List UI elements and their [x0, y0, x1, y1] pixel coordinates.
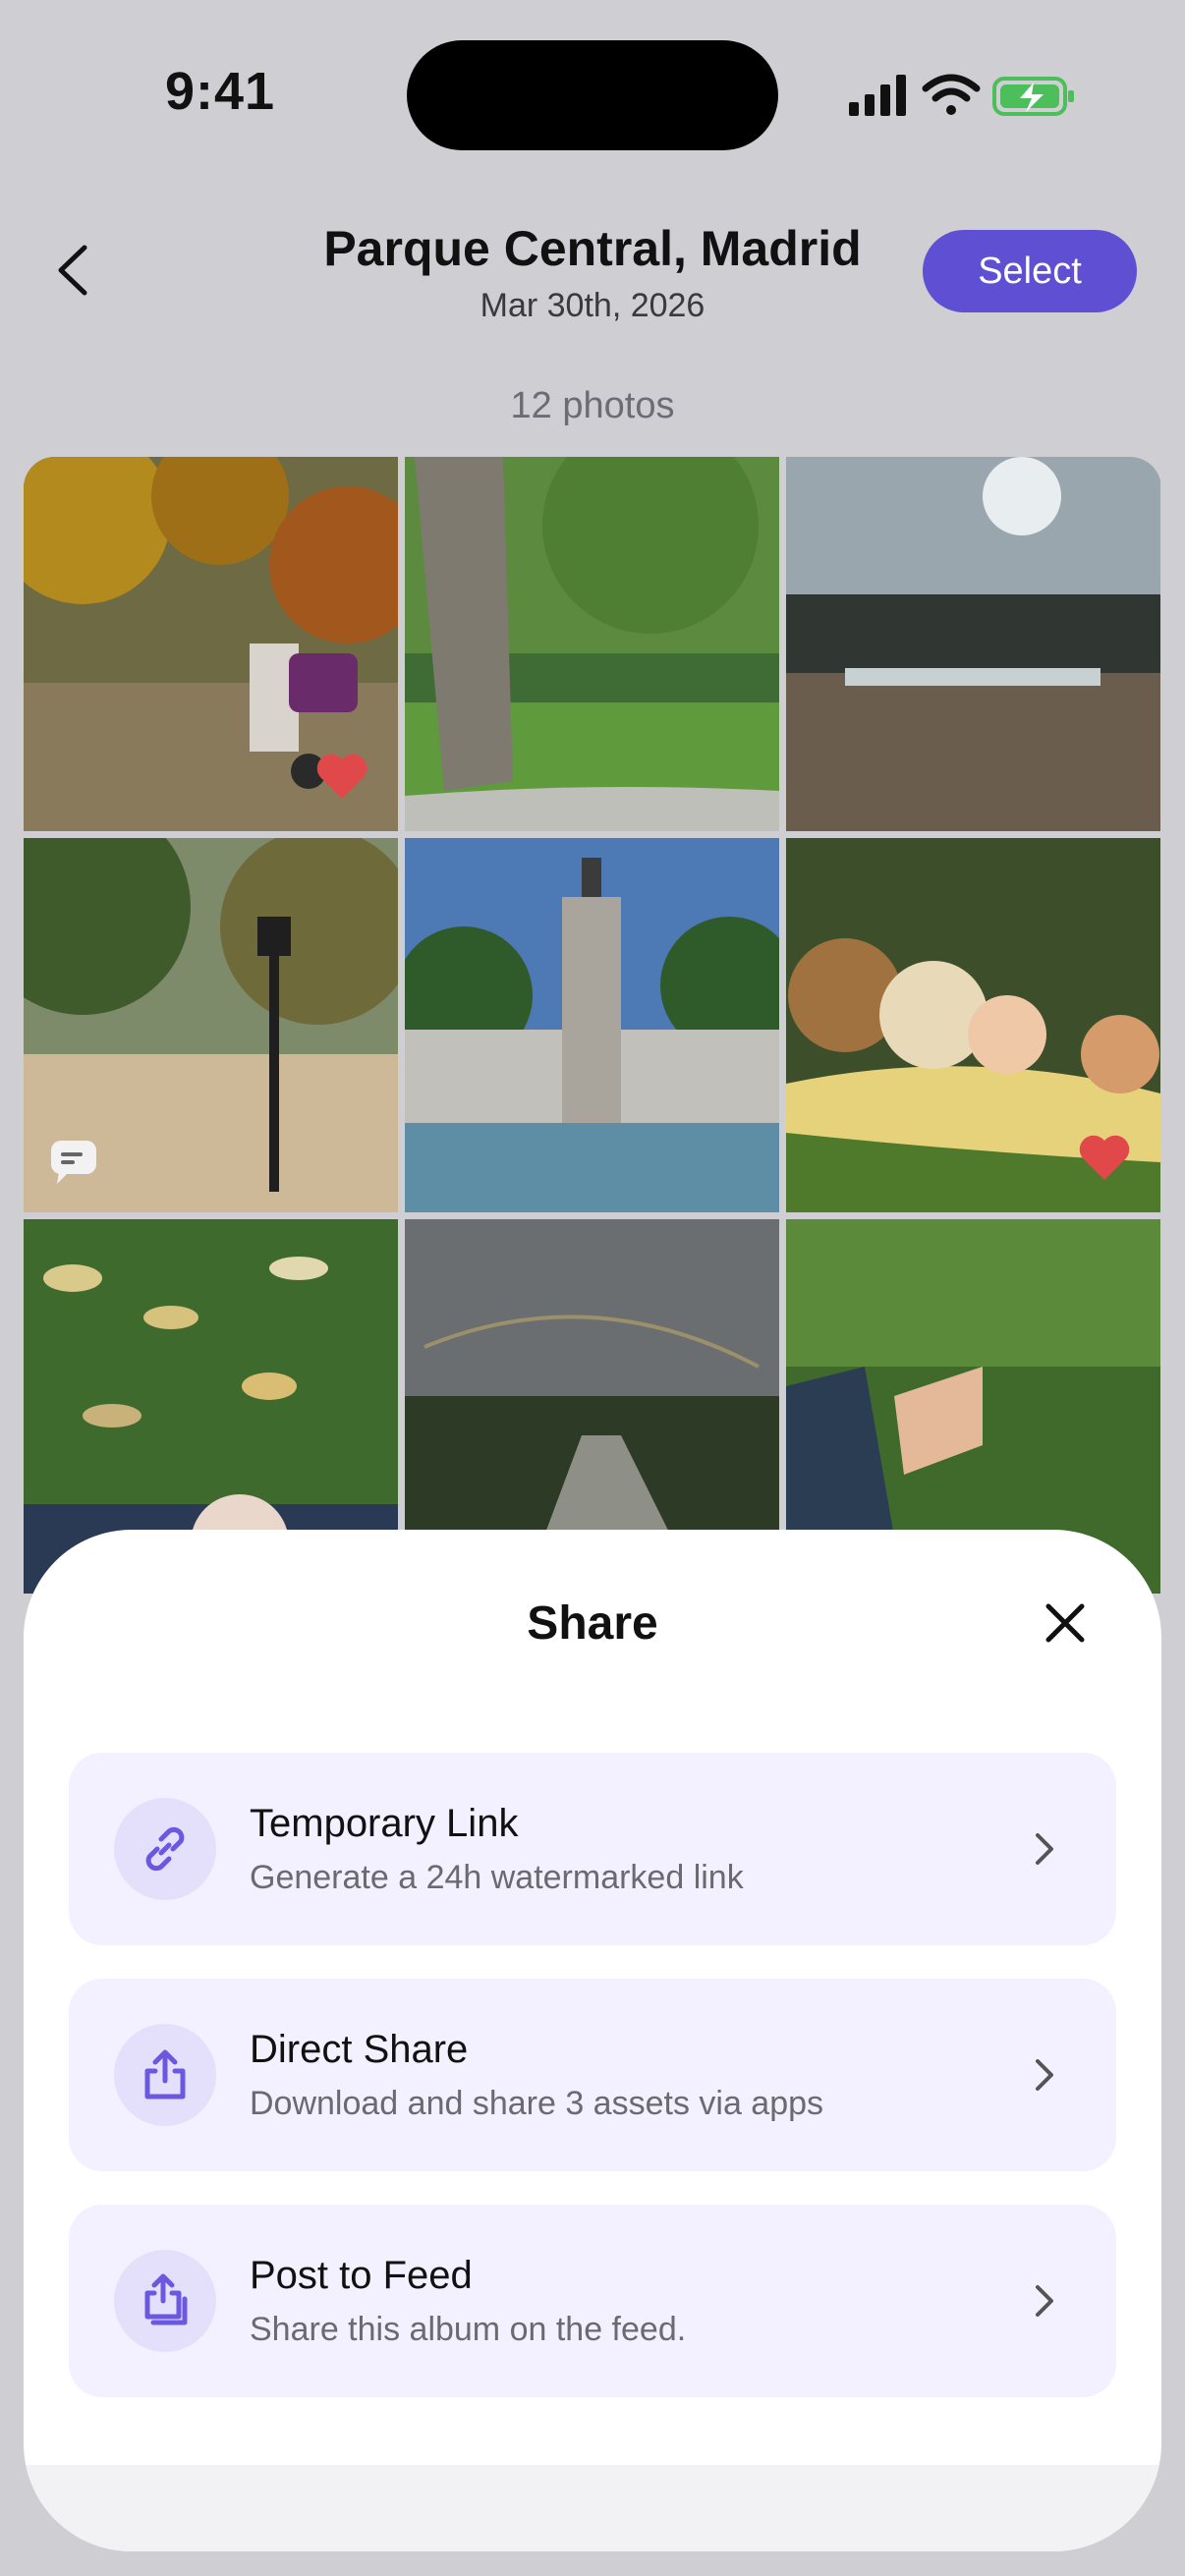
- photo-tile[interactable]: [786, 838, 1160, 1212]
- comment-icon: [51, 1141, 96, 1184]
- sheet-footer: [24, 2465, 1161, 2551]
- close-icon[interactable]: [1041, 1598, 1090, 1648]
- photo-tile[interactable]: [405, 838, 779, 1212]
- link-icon: [145, 1826, 185, 1872]
- share-option-temporary-link[interactable]: Temporary Link Generate a 24h watermarke…: [69, 1753, 1116, 1945]
- status-icons: [849, 74, 1074, 116]
- option-description: Generate a 24h watermarked link: [250, 1859, 744, 1896]
- option-description: Download and share 3 assets via apps: [250, 2085, 824, 2122]
- option-icon-circle: [114, 2250, 216, 2352]
- share-option-direct-share[interactable]: Direct Share Download and share 3 assets…: [69, 1979, 1116, 2171]
- status-bar: 9:41: [0, 0, 1185, 187]
- option-icon-circle: [114, 2024, 216, 2126]
- photo-tile[interactable]: [405, 457, 779, 831]
- dynamic-island: [407, 40, 778, 150]
- battery-charging-icon: [992, 77, 1074, 116]
- wifi-icon: [922, 74, 981, 115]
- option-description: Share this album on the feed.: [250, 2311, 687, 2348]
- share-option-post-to-feed[interactable]: Post to Feed Share this album on the fee…: [69, 2205, 1116, 2397]
- chevron-right-icon: [1036, 2059, 1053, 2091]
- favorite-heart-icon: [316, 754, 367, 799]
- select-button[interactable]: Select: [923, 230, 1137, 312]
- share-sheet: Share Temporary Link Generate a 24h wate…: [24, 1530, 1161, 2551]
- share-sheet-title: Share: [527, 1597, 658, 1650]
- photo-tile[interactable]: [786, 457, 1160, 831]
- option-title: Direct Share: [250, 2028, 469, 2071]
- option-title: Temporary Link: [250, 1802, 519, 1845]
- option-icon-circle: [114, 1798, 216, 1900]
- feed-share-icon: [144, 2273, 188, 2325]
- chevron-right-icon: [1036, 1833, 1053, 1865]
- photo-tile[interactable]: [24, 457, 398, 831]
- share-icon: [144, 2049, 186, 2100]
- photo-count: 12 photos: [510, 385, 675, 426]
- status-time: 9:41: [165, 62, 276, 121]
- photo-grid: [24, 457, 1161, 1596]
- photo-tile[interactable]: [24, 838, 398, 1212]
- favorite-heart-icon: [1079, 1135, 1130, 1180]
- cellular-signal-icon: [849, 75, 906, 116]
- album-header: Parque Central, Madrid Mar 30th, 2026 Se…: [0, 196, 1185, 344]
- chevron-right-icon: [1036, 2285, 1053, 2317]
- option-title: Post to Feed: [250, 2254, 473, 2297]
